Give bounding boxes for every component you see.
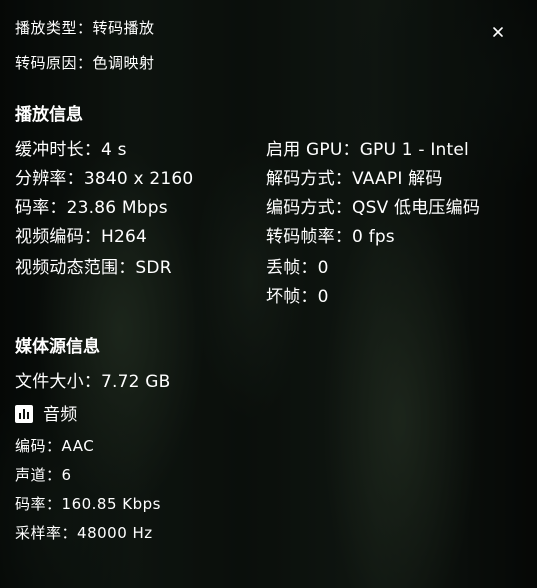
- audio-label: 编码: [15, 437, 47, 455]
- info-value: 0: [317, 258, 329, 278]
- file-size-label: 文件大小: [15, 372, 84, 392]
- close-icon: [493, 27, 503, 37]
- play-type-label: 播放类型: [15, 19, 78, 37]
- info-value: SDR: [135, 258, 172, 278]
- audio-label: 码率: [15, 495, 47, 513]
- label-separator: ：: [77, 19, 93, 37]
- info-value: 23.86 Mbps: [66, 198, 168, 218]
- audio-label: 采样率: [15, 524, 62, 542]
- info-row: 分辨率：3840 x 2160: [15, 169, 194, 189]
- audio-row: 采样率：48000 Hz: [15, 524, 153, 542]
- info-label: 视频编码: [15, 227, 84, 247]
- media-info-heading: 媒体源信息: [15, 337, 100, 357]
- info-row: 解码方式：VAAPI 解码: [266, 169, 443, 189]
- info-row: 缓冲时长：4 s: [15, 140, 127, 160]
- playback-info-panel: 播放类型：转码播放 转码原因：色调映射 播放信息 缓冲时长：4 s 分辨率：38…: [0, 0, 537, 588]
- audio-value: 160.85 Kbps: [61, 495, 161, 513]
- transcode-reason-value: 色调映射: [92, 54, 155, 72]
- info-row: 编码方式：QSV 低电压编码: [266, 198, 481, 218]
- info-row: 视频动态范围：SDR: [15, 258, 172, 278]
- audio-row: 编码：AAC: [15, 437, 95, 455]
- close-button[interactable]: [487, 21, 509, 43]
- info-value: 4 s: [101, 140, 127, 160]
- play-type-row: 播放类型：转码播放: [15, 17, 155, 38]
- info-value: H264: [101, 227, 148, 247]
- info-label: 分辨率: [15, 169, 67, 189]
- info-label: 转码帧率: [266, 227, 335, 247]
- file-size-value: 7.72 GB: [101, 372, 171, 392]
- info-label: 缓冲时长: [15, 140, 84, 160]
- audio-row: 声道：6: [15, 466, 72, 484]
- audio-waveform-icon: [15, 405, 33, 423]
- info-value: 3840 x 2160: [83, 169, 194, 189]
- info-value: VAAPI 解码: [352, 169, 443, 189]
- audio-value: AAC: [61, 437, 95, 455]
- info-label: 视频动态范围: [15, 258, 119, 278]
- audio-value: 48000 Hz: [77, 524, 153, 542]
- play-type-value: 转码播放: [92, 19, 155, 37]
- info-label: 解码方式: [266, 169, 335, 189]
- audio-section-heading: 音频: [15, 400, 77, 425]
- info-label: 丢帧: [266, 258, 301, 278]
- info-label: 码率: [15, 198, 50, 218]
- audio-row: 码率：160.85 Kbps: [15, 495, 161, 513]
- transcode-reason-label: 转码原因: [15, 54, 78, 72]
- audio-value: 6: [61, 466, 72, 484]
- label-separator: ：: [77, 54, 93, 72]
- info-value: 0 fps: [352, 227, 395, 247]
- info-row: 丢帧：0: [266, 258, 329, 278]
- audio-title: 音频: [43, 405, 78, 425]
- file-size-row: 文件大小：7.72 GB: [15, 372, 171, 392]
- info-row: 码率：23.86 Mbps: [15, 198, 168, 218]
- info-row: 转码帧率：0 fps: [266, 227, 395, 247]
- info-row: 启用 GPU：GPU 1 - Intel: [266, 140, 469, 160]
- transcode-reason-row: 转码原因：色调映射: [15, 52, 155, 73]
- info-row: 坏帧：0: [266, 287, 329, 307]
- info-label: 启用 GPU: [266, 140, 343, 160]
- info-label: 坏帧: [266, 287, 301, 307]
- playback-info-heading: 播放信息: [15, 105, 83, 125]
- info-value: 0: [317, 287, 329, 307]
- info-value: QSV 低电压编码: [352, 198, 481, 218]
- info-row: 视频编码：H264: [15, 227, 148, 247]
- audio-label: 声道: [15, 466, 47, 484]
- info-value: GPU 1 - Intel: [359, 140, 469, 160]
- info-label: 编码方式: [266, 198, 335, 218]
